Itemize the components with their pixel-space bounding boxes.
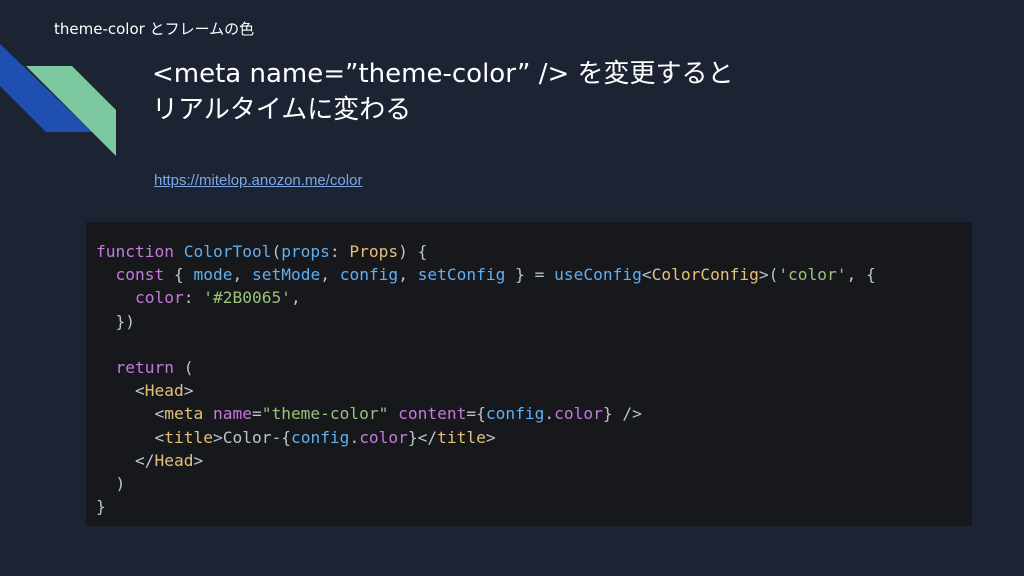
code-line: return ( — [115, 357, 194, 377]
slide-title-line-1: <meta name=”theme-color” /> を変更すると — [152, 59, 734, 89]
code-panel: function ColorTool(props: Props) { const… — [86, 222, 972, 526]
code-line: <meta name="theme-color" content={config… — [154, 404, 642, 424]
code-line: const { mode, setMode, config, setConfig… — [115, 265, 876, 285]
code-line: function ColorTool(props: Props) { — [96, 242, 428, 261]
code-block: function ColorTool(props: Props) { const… — [96, 240, 876, 518]
code-line: <title>Color-{config.color}</title> — [154, 427, 496, 447]
code-line: <Head> — [134, 381, 194, 401]
slide-label: theme-color とフレームの色 — [54, 20, 255, 38]
demo-link[interactable]: https://mitelop.anozon.me/color — [154, 172, 362, 189]
code-line: } — [96, 497, 106, 517]
code-line: ) — [115, 473, 126, 493]
code-line: </Head> — [134, 450, 204, 470]
code-line: color: '#2B0065', — [134, 288, 301, 308]
slide-title-line-2: リアルタイムに変わる — [152, 95, 412, 125]
code-line: }) — [115, 311, 136, 331]
slide-title: <meta name=”theme-color” /> を変更すると リアルタイ… — [152, 56, 912, 128]
